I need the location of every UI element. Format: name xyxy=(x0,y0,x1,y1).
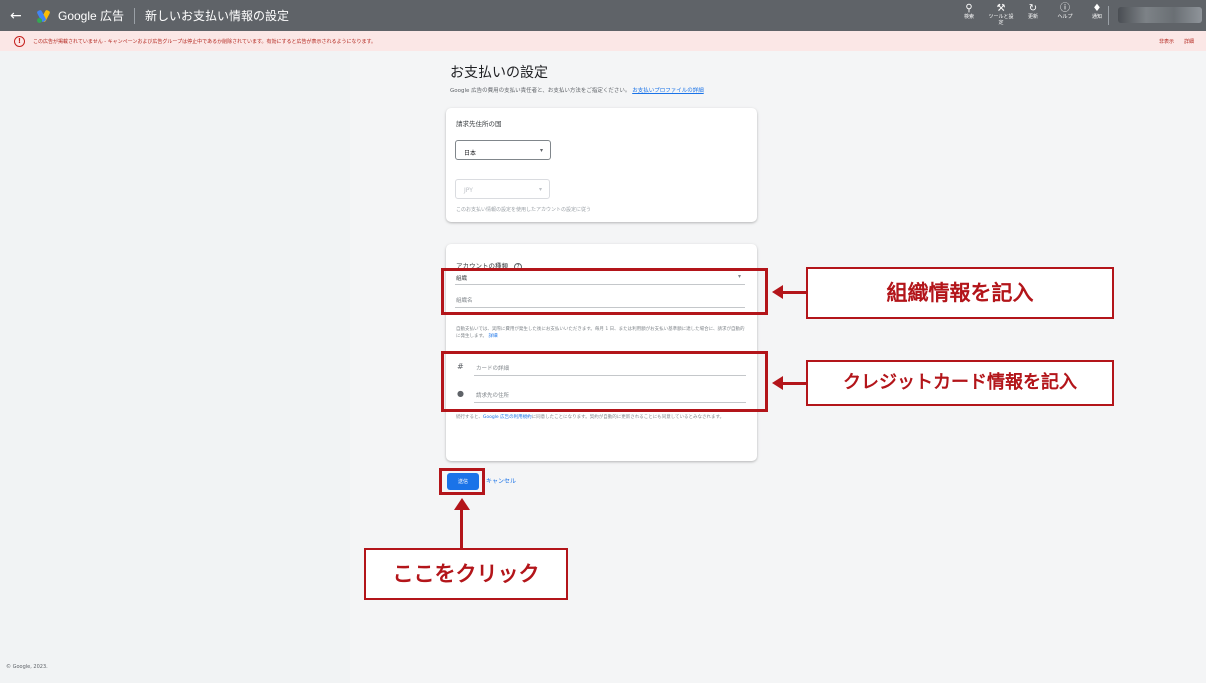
terms-description: 続行すると、Google 広告の利用規約に同意したことになります。契約が自動的に… xyxy=(456,414,748,421)
click-here-arrow-shaft xyxy=(460,508,463,550)
title-divider xyxy=(134,7,136,24)
search-label: 検索 xyxy=(963,14,974,20)
left-pane xyxy=(0,51,350,683)
credit-card-callout: クレジットカード情報を記入 xyxy=(806,360,1114,406)
currency-hint: このお支払い情報の設定を使用したアカウントの設定に従う xyxy=(456,207,592,213)
details-button[interactable]: 詳細 xyxy=(1184,38,1194,45)
tools-settings-button[interactable]: ⚒ ツールと設定 xyxy=(988,3,1014,26)
help-label: ヘルプ xyxy=(1057,14,1073,20)
copyright-footer: © Google, 2023. xyxy=(6,664,48,670)
account-divider xyxy=(1108,6,1109,25)
terms-text-pre: 続行すると、 xyxy=(456,415,483,420)
google-ads-logo-icon xyxy=(36,9,52,23)
warning-text: この広告が掲載されていません - キャンペーンおよび広告グループは停止中であるか… xyxy=(33,38,376,45)
back-arrow-icon[interactable]: ← xyxy=(10,8,28,24)
tools-settings-label: ツールと設定 xyxy=(988,14,1014,26)
cancel-button[interactable]: キャンセル xyxy=(486,476,516,485)
refresh-icon: ↻ xyxy=(1028,3,1038,14)
billing-country-label: 請求先住所の国 xyxy=(456,120,502,128)
warning-icon: ! xyxy=(14,35,25,47)
auto-pay-details-link[interactable]: 詳細 xyxy=(489,334,498,339)
refresh-label: 更新 xyxy=(1027,14,1038,20)
credit-card-highlight-box xyxy=(441,351,768,412)
help-button[interactable]: ⓘ ヘルプ xyxy=(1052,3,1078,26)
top-app-bar: ← Google 広告 新しいお支払い情報の設定 ⚲ 検索 ⚒ ツールと設定 ↻… xyxy=(0,0,1206,31)
terms-link[interactable]: Google 広告の利用規約 xyxy=(483,415,532,420)
org-info-callout: 組織情報を記入 xyxy=(806,267,1114,319)
chevron-down-icon: ▾ xyxy=(539,147,543,154)
settings-heading: お支払いの設定 xyxy=(450,65,548,81)
auto-pay-text: 自動支払いでは、実際に費用が発生した後にお支払いいただきます。毎月 1 日、また… xyxy=(456,327,745,339)
payment-profile-link[interactable]: お支払いプロファイルの詳細 xyxy=(632,88,704,94)
submit-highlight-box xyxy=(439,468,485,495)
bell-icon: ♦ xyxy=(1092,3,1102,14)
chevron-down-icon: ▾ xyxy=(538,186,542,193)
notifications-button[interactable]: ♦ 通知 xyxy=(1084,3,1110,26)
dismiss-button[interactable]: 非表示 xyxy=(1159,38,1174,45)
org-info-highlight-box xyxy=(441,268,768,315)
billing-country-card: 請求先住所の国 日本 ▾ JPY ▾ このお支払い情報の設定を使用したアカウント… xyxy=(446,108,757,222)
brand-name: Google 広告 xyxy=(58,9,125,23)
warning-banner: ! この広告が掲載されていません - キャンペーンおよび広告グループは停止中であ… xyxy=(0,31,1206,51)
click-here-callout: ここをクリック xyxy=(364,548,568,600)
country-select[interactable]: 日本 ▾ xyxy=(455,140,551,160)
account-switcher[interactable] xyxy=(1118,7,1202,23)
refresh-button[interactable]: ↻ 更新 xyxy=(1020,3,1046,26)
terms-text-post: に同意したことになります。契約が自動的に更新されることにも同意しているとみなされ… xyxy=(531,415,725,420)
search-icon: ⚲ xyxy=(965,3,973,14)
auto-pay-description: 自動支払いでは、実際に費用が発生した後にお支払いいただきます。毎月 1 日、また… xyxy=(456,326,748,340)
currency-select: JPY ▾ xyxy=(455,179,550,199)
settings-description-text: Google 広告の費用の支払い責任者と、お支払い方法をご指定ください。 xyxy=(450,88,631,94)
page-title: 新しいお支払い情報の設定 xyxy=(145,9,290,23)
country-value: 日本 xyxy=(464,150,477,157)
wrench-icon: ⚒ xyxy=(996,3,1006,14)
notifications-label: 通知 xyxy=(1091,14,1102,20)
warning-actions: 非表示 詳細 xyxy=(1159,38,1194,45)
org-info-arrow-shaft xyxy=(782,291,808,294)
currency-value: JPY xyxy=(464,187,473,194)
toolbar: ⚲ 検索 ⚒ ツールと設定 ↻ 更新 ⓘ ヘルプ ♦ 通知 xyxy=(956,3,1110,26)
search-button[interactable]: ⚲ 検索 xyxy=(956,3,982,26)
settings-description: Google 広告の費用の支払い責任者と、お支払い方法をご指定ください。 お支払… xyxy=(450,86,704,94)
credit-card-arrow-shaft xyxy=(782,382,808,385)
help-icon: ⓘ xyxy=(1060,3,1070,14)
